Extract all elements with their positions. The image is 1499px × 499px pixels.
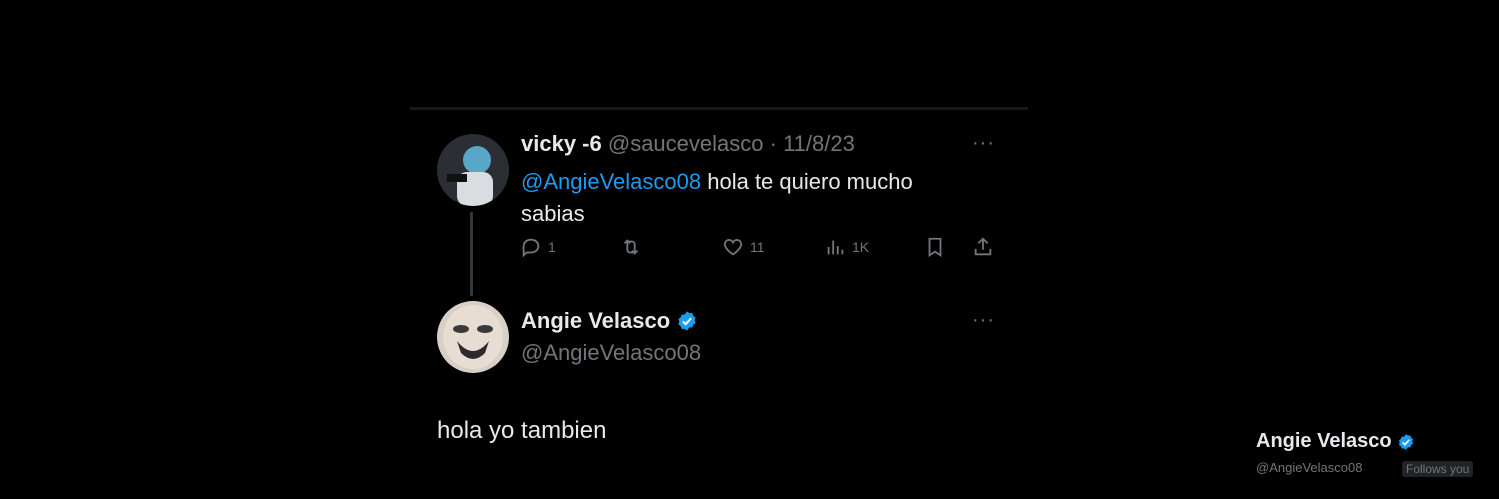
avatar-angie[interactable]	[437, 301, 509, 373]
mention-link[interactable]: @AngieVelasco08	[521, 169, 701, 194]
reply-count: 1	[548, 239, 556, 255]
reply-icon	[522, 238, 540, 258]
author-name[interactable]: vicky -6	[521, 131, 602, 156]
tweet-text-line1: hola te quiero mucho	[701, 169, 913, 194]
bookmark-icon	[928, 237, 942, 257]
follows-you-badge: Follows you	[1402, 461, 1474, 477]
tweet-text-line2: sabias	[521, 201, 585, 226]
author-handle[interactable]: @saucevelasco	[608, 131, 764, 156]
profile-card-name[interactable]: Angie Velasco	[1256, 430, 1415, 453]
tweet-date[interactable]: 11/8/23	[783, 131, 855, 156]
like-button[interactable]: 11	[722, 236, 765, 258]
reply-author-name-text: Angie Velasco	[521, 308, 671, 333]
reply-button[interactable]: 1	[520, 236, 556, 258]
reply-more-options-icon[interactable]: ···	[972, 309, 995, 332]
separator-dot: ·	[769, 131, 777, 156]
views-button[interactable]: 1K	[824, 236, 869, 258]
retweet-icon	[623, 239, 639, 255]
profile-card-handle: @AngieVelasco08	[1256, 460, 1363, 475]
verified-badge-icon	[678, 311, 696, 331]
more-options-icon[interactable]: ···	[972, 132, 995, 155]
bookmark-button[interactable]	[924, 236, 946, 258]
reply-author-handle[interactable]: @AngieVelasco08	[521, 340, 701, 366]
views-count: 1K	[852, 239, 870, 255]
like-count: 11	[750, 239, 765, 255]
verified-badge-icon	[1398, 433, 1413, 450]
tweet-text: @AngieVelasco08 hola te quiero mucho sab…	[521, 166, 981, 230]
reply-author-name[interactable]: Angie Velasco	[521, 308, 698, 334]
tweet-header: vicky -6 @saucevelasco · 11/8/23	[521, 131, 855, 157]
thread-connector	[470, 212, 473, 296]
share-icon	[974, 237, 992, 256]
profile-card-name-text: Angie Velasco	[1256, 430, 1392, 452]
reply-text: hola yo tambien	[437, 417, 607, 444]
tweet-actions: 1 11 1K	[520, 236, 1000, 266]
top-divider	[410, 107, 1028, 110]
heart-icon	[723, 239, 743, 256]
avatar-vicky[interactable]	[437, 134, 509, 206]
share-button[interactable]	[972, 236, 994, 258]
analytics-icon	[827, 240, 844, 255]
retweet-button[interactable]	[620, 236, 642, 258]
